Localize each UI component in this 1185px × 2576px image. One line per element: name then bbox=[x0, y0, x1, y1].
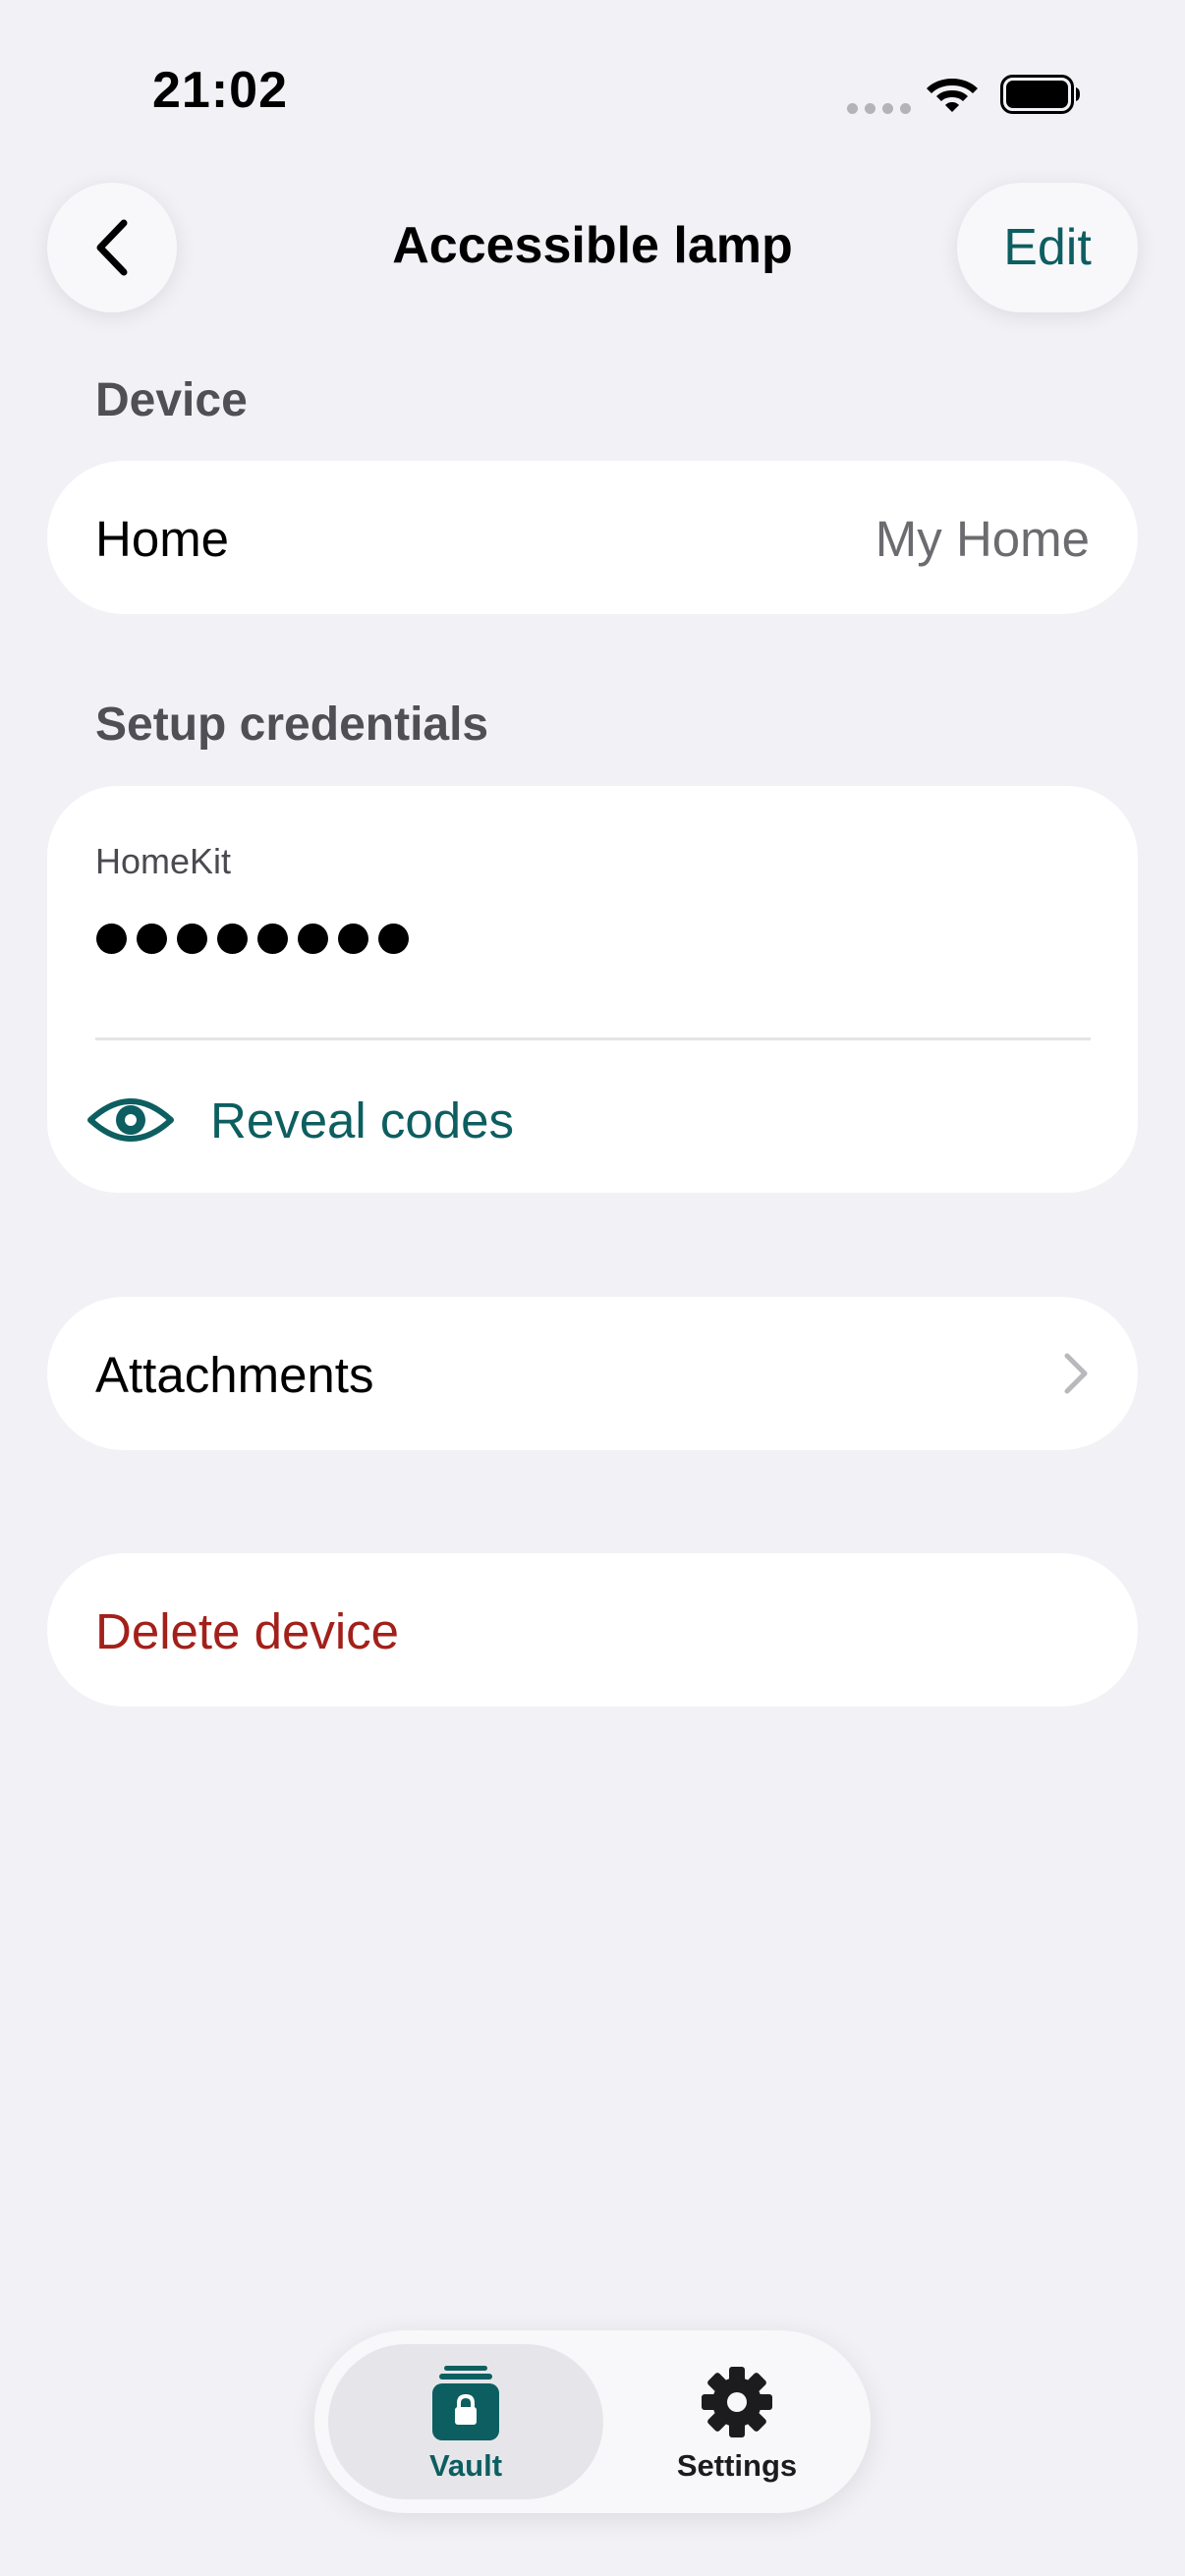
home-value: My Home bbox=[875, 511, 1090, 567]
masked-code bbox=[96, 924, 409, 954]
tab-vault[interactable]: Vault bbox=[328, 2344, 603, 2499]
attachments-label: Attachments bbox=[95, 1347, 374, 1403]
chevron-left-icon bbox=[96, 219, 128, 276]
section-header-credentials: Setup credentials bbox=[95, 699, 489, 751]
tab-vault-label: Vault bbox=[428, 2448, 503, 2483]
reveal-codes-button[interactable]: Reveal codes bbox=[86, 1081, 514, 1159]
delete-device-label: Delete device bbox=[95, 1603, 400, 1659]
section-header-device: Device bbox=[95, 374, 248, 426]
home-label: Home bbox=[95, 511, 230, 567]
page-title: Accessible lamp bbox=[392, 217, 793, 274]
reveal-codes-label: Reveal codes bbox=[210, 1092, 515, 1148]
eye-icon bbox=[87, 1098, 174, 1142]
homekit-label: HomeKit bbox=[95, 841, 232, 881]
cellular-signal-icon bbox=[847, 103, 911, 114]
back-button[interactable] bbox=[47, 183, 177, 312]
status-time: 21:02 bbox=[152, 62, 288, 119]
attachments-row[interactable]: Attachments bbox=[47, 1297, 1138, 1450]
credentials-card: HomeKit Reveal codes bbox=[47, 786, 1138, 1193]
chevron-right-icon bbox=[1064, 1353, 1088, 1394]
divider bbox=[95, 1037, 1091, 1040]
tab-settings[interactable]: Settings bbox=[619, 2344, 855, 2499]
delete-device-button[interactable]: Delete device bbox=[47, 1553, 1138, 1707]
home-row[interactable]: Home My Home bbox=[47, 461, 1138, 614]
vault-lock-icon bbox=[432, 2366, 499, 2440]
edit-button[interactable]: Edit bbox=[957, 183, 1138, 312]
battery-icon bbox=[1000, 75, 1081, 119]
wifi-icon bbox=[926, 73, 979, 117]
tab-bar: Vault Settings bbox=[314, 2330, 871, 2513]
tab-settings-label: Settings bbox=[676, 2448, 798, 2483]
gear-icon bbox=[702, 2367, 772, 2437]
